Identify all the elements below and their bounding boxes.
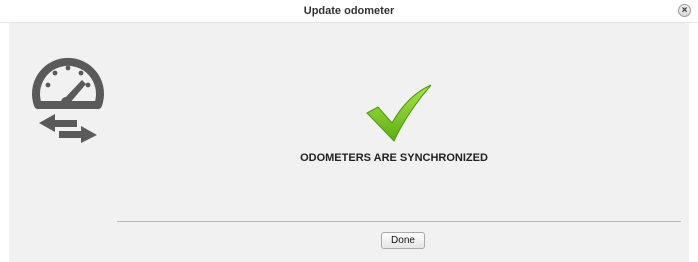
dialog-title: Update odometer [303, 5, 395, 17]
dialog-titlebar: Update odometer × [0, 0, 698, 23]
status-message: ODOMETERS ARE SYNCHRONIZED [300, 152, 488, 164]
footer-divider [117, 221, 681, 222]
done-button[interactable]: Done [381, 232, 425, 249]
odometer-sync-icon [32, 57, 104, 143]
update-odometer-dialog: Update odometer × ODOMETERS ARE SYNCHRON… [0, 0, 698, 262]
dialog-content: ODOMETERS ARE SYNCHRONIZED Done [9, 23, 689, 262]
checkmark-icon [366, 84, 432, 142]
close-button[interactable]: × [678, 4, 691, 17]
